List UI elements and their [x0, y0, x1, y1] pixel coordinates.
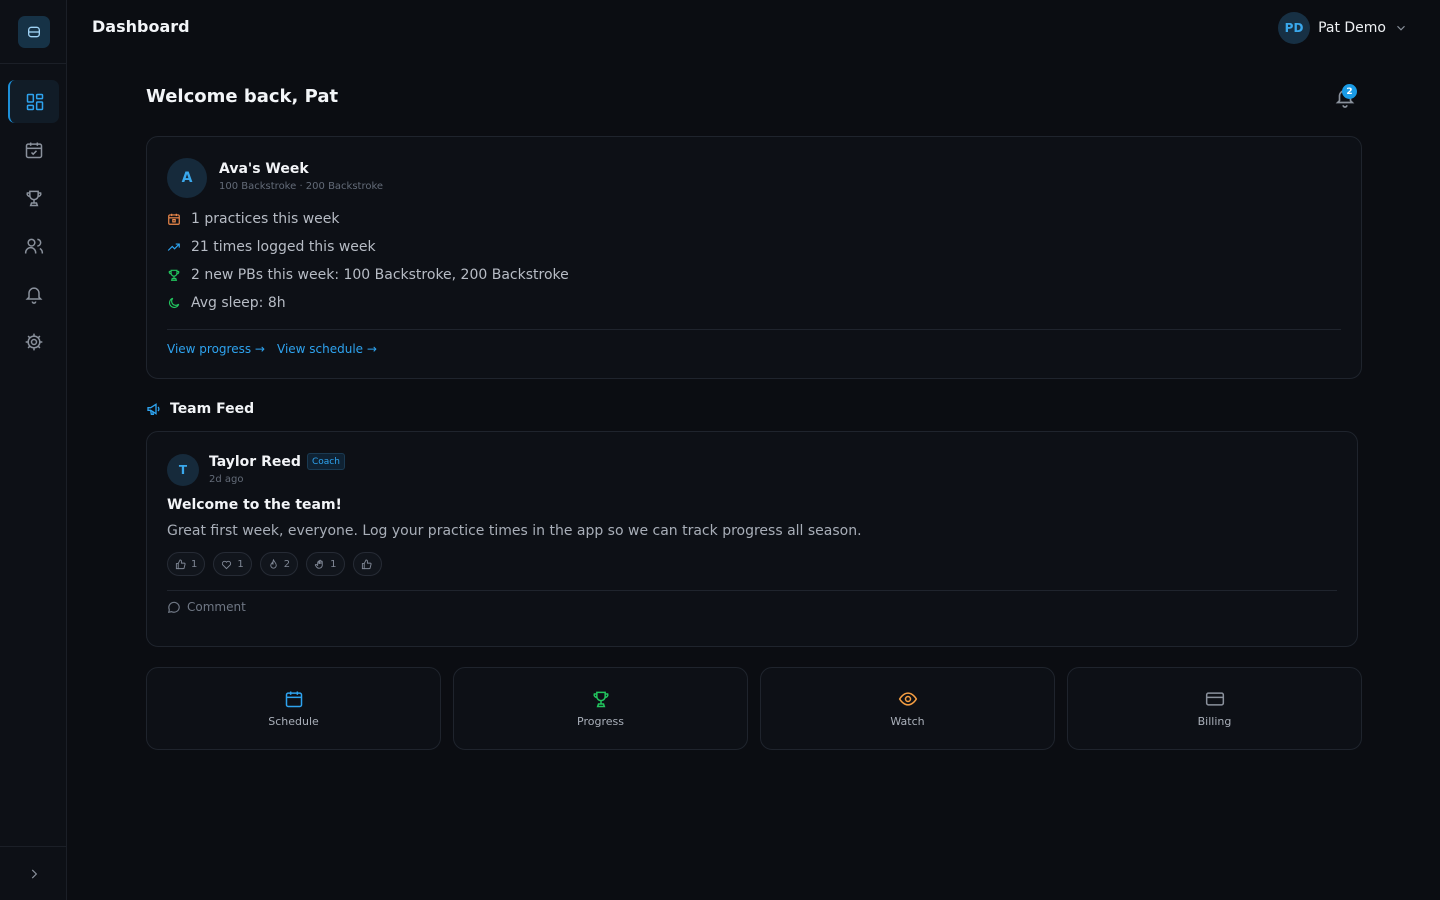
quick-link-label: Watch	[890, 715, 925, 728]
logo-icon	[28, 26, 40, 38]
team-feed-header: Team Feed	[146, 400, 254, 418]
add-reaction-button[interactable]	[352, 552, 382, 576]
avatar: PD	[1278, 12, 1311, 44]
moon-icon	[169, 297, 180, 308]
trophy-icon	[168, 269, 180, 281]
stat-practices: 1 practices this week	[167, 209, 340, 229]
view-progress-link[interactable]: View progress →	[167, 342, 265, 356]
clap-icon	[314, 559, 323, 569]
flame-icon	[270, 558, 277, 569]
eye-icon	[898, 692, 917, 706]
feed-post: T Taylor Reed Coach 2d ago Welcome to th…	[146, 431, 1358, 647]
stat-new-pbs: 2 new PBs this week: 100 Backstroke, 200…	[167, 265, 569, 285]
quick-link-progress[interactable]: Progress	[453, 667, 748, 750]
quick-link-label: Progress	[577, 715, 624, 728]
sidebar-divider	[0, 63, 67, 64]
stat-sleep: Avg sleep: 8h	[167, 293, 286, 313]
quick-link-billing[interactable]: Billing	[1067, 667, 1362, 750]
reaction-count: 1	[330, 558, 337, 570]
comment-label: Comment	[187, 600, 246, 614]
stat-text: 1 practices this week	[191, 211, 340, 227]
stat-text: Avg sleep: 8h	[191, 295, 286, 311]
quick-link-schedule[interactable]: Schedule	[146, 667, 441, 750]
quick-link-watch[interactable]: Watch	[760, 667, 1055, 750]
welcome-heading: Welcome back, Pat	[146, 86, 339, 107]
chevron-down-icon	[1397, 25, 1405, 31]
megaphone-icon	[147, 403, 160, 415]
post-author[interactable]: Taylor Reed	[209, 454, 301, 470]
sidebar-item-progress[interactable]	[8, 176, 59, 219]
reaction-flame[interactable]: 2	[259, 552, 299, 576]
sidebar-item-notifications[interactable]	[8, 272, 59, 315]
post-body: Great first week, everyone. Log your pra…	[167, 523, 862, 539]
comment-button[interactable]: Comment	[167, 600, 246, 614]
sidebar-item-dashboard[interactable]	[8, 80, 59, 123]
page-title: Dashboard	[92, 17, 190, 36]
gear-icon	[25, 333, 42, 350]
athlete-avatar: A	[167, 158, 207, 198]
sidebar-item-settings[interactable]	[8, 320, 59, 363]
reaction-bar: 1 1 2 1	[167, 552, 382, 576]
post-divider	[167, 590, 1337, 591]
post-title: Welcome to the team!	[167, 497, 342, 513]
top-bar: Dashboard PD Pat Demo	[68, 0, 1440, 56]
app-logo[interactable]	[18, 16, 50, 48]
bell-icon	[25, 286, 42, 304]
post-timestamp: 2d ago	[209, 474, 244, 485]
calendar-icon	[168, 213, 180, 225]
sidebar	[0, 0, 67, 900]
dashboard-icon	[26, 93, 43, 110]
calendar-icon	[285, 691, 302, 708]
role-badge: Coach	[307, 453, 345, 470]
trophy-icon	[592, 691, 609, 708]
users-icon	[24, 238, 43, 253]
reaction-clap[interactable]: 1	[306, 552, 345, 576]
reaction-count: 2	[283, 558, 291, 570]
sidebar-item-schedule[interactable]	[8, 128, 59, 171]
reaction-count: 1	[191, 558, 198, 570]
trophy-icon	[25, 190, 42, 206]
reaction-thumbs-up[interactable]: 1	[167, 552, 206, 576]
quick-link-label: Billing	[1197, 715, 1232, 728]
reaction-heart[interactable]: 1	[213, 552, 252, 576]
reaction-count: 1	[237, 558, 244, 570]
card-divider	[167, 329, 1341, 330]
add-reaction-icon	[361, 558, 372, 569]
trending-up-icon	[167, 243, 180, 251]
thumbs-up-icon	[175, 558, 186, 569]
author-avatar: T	[167, 454, 199, 486]
credit-card-icon	[1205, 692, 1224, 706]
quick-link-label: Schedule	[268, 715, 319, 728]
comment-icon	[167, 601, 180, 614]
team-feed-title: Team Feed	[170, 401, 255, 417]
heart-icon	[222, 560, 232, 569]
sidebar-item-team[interactable]	[8, 224, 59, 267]
notification-count-badge: 2	[1342, 84, 1357, 99]
calendar-check-icon	[25, 142, 42, 158]
user-name: Pat Demo	[1318, 20, 1386, 36]
week-card-title: Ava's Week	[219, 161, 309, 177]
athlete-week-card: A Ava's Week 100 Backstroke · 200 Backst…	[146, 136, 1362, 379]
week-card-subtitle: 100 Backstroke · 200 Backstroke	[219, 181, 384, 192]
stat-text: 21 times logged this week	[191, 239, 376, 255]
sidebar-expand-button[interactable]	[24, 864, 44, 884]
chevron-right-icon	[31, 869, 38, 879]
stat-text: 2 new PBs this week: 100 Backstroke, 200…	[191, 267, 569, 283]
view-schedule-link[interactable]: View schedule →	[277, 342, 377, 356]
stat-times-logged: 21 times logged this week	[167, 237, 376, 257]
sidebar-divider-bottom	[0, 846, 67, 847]
user-menu[interactable]: PD Pat Demo	[1278, 12, 1408, 44]
